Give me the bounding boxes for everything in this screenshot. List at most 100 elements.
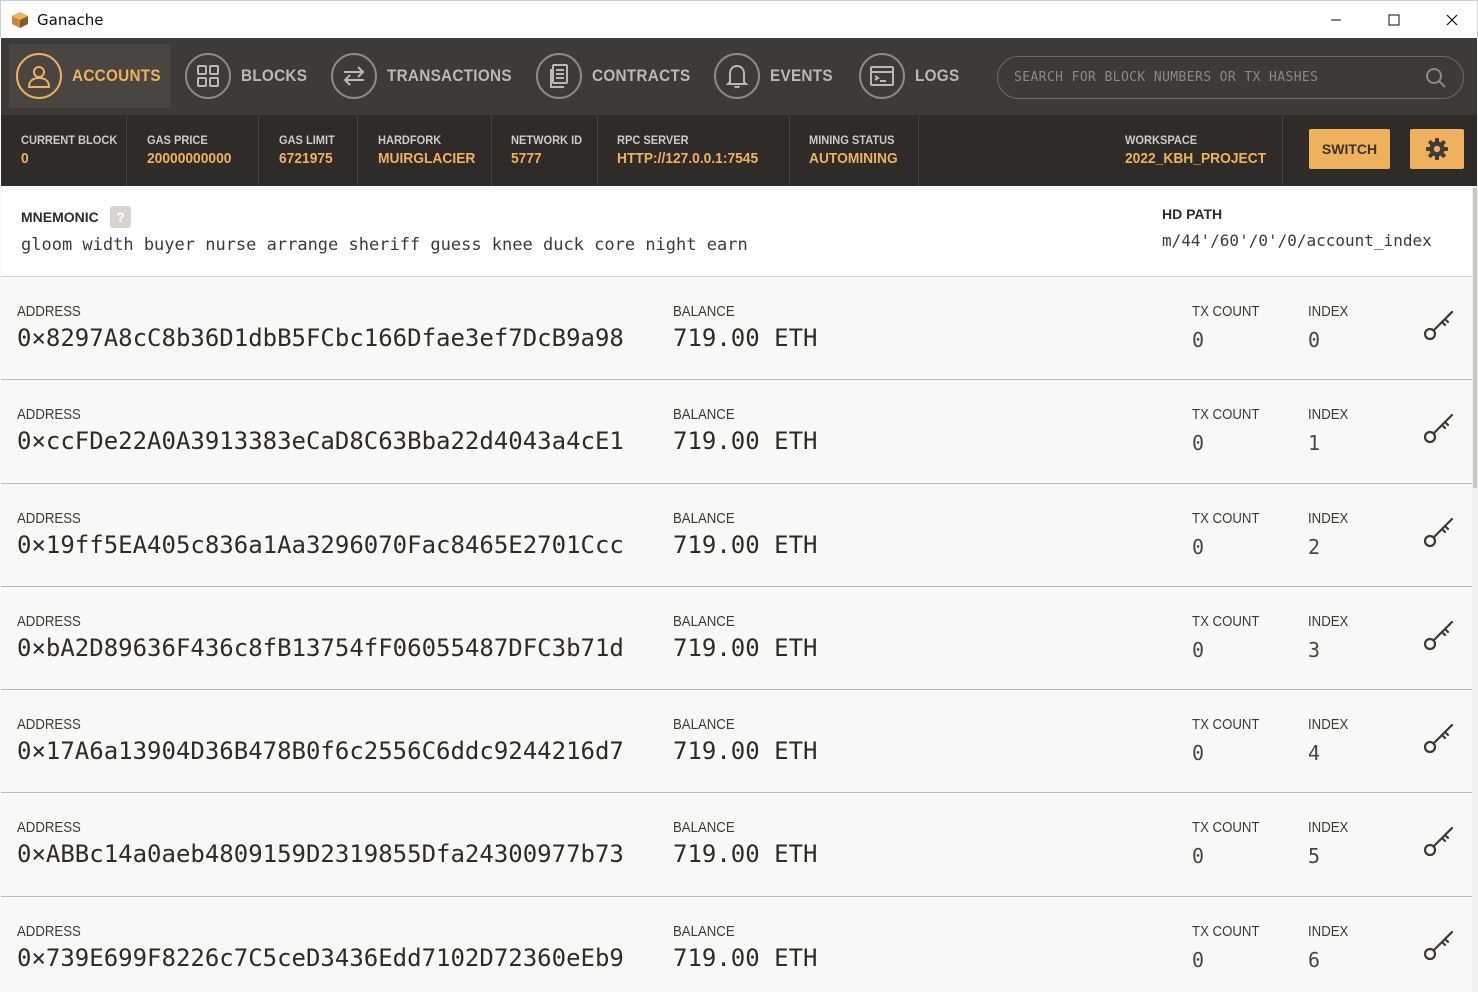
account-address: 0×ABBc14a0aeb4809159D2319855Dfa24300977b… bbox=[17, 840, 624, 869]
account-tx-count: 0 bbox=[1192, 844, 1205, 869]
account-balance: 719.00 ETH bbox=[673, 840, 818, 869]
tab-logs[interactable]: LOGS bbox=[859, 52, 964, 100]
accounts-list: ADDRESS 0×8297A8cC8b36D1dbB5FCbc166Dfae3e… bbox=[1, 277, 1477, 992]
key-icon bbox=[1423, 620, 1454, 650]
account-row[interactable]: ADDRESS 0×739E699F8226c7C5ceD3436Edd7102D… bbox=[1, 896, 1477, 992]
show-keys-button[interactable] bbox=[1421, 823, 1457, 859]
account-row[interactable]: ADDRESS 0×ccFDe22A0A3913383eCaD8C63Bba22d… bbox=[1, 380, 1477, 484]
tx-count-label: TX COUNT bbox=[1192, 406, 1260, 424]
account-address: 0×17A6a13904D36B478B0f6c2556C6ddc9244216… bbox=[17, 737, 624, 766]
balance-label: BALANCE bbox=[673, 303, 735, 320]
tx-count-label: TX COUNT bbox=[1192, 819, 1260, 837]
show-keys-button[interactable] bbox=[1421, 927, 1457, 963]
stat-network-id: NETWORK ID 5777 bbox=[492, 115, 598, 186]
account-index: 4 bbox=[1308, 741, 1321, 766]
balance-label: BALANCE bbox=[673, 612, 735, 630]
address-label: ADDRESS bbox=[17, 819, 81, 837]
show-keys-button[interactable] bbox=[1421, 307, 1457, 343]
account-row[interactable]: ADDRESS 0×ABBc14a0aeb4809159D2319855Dfa24… bbox=[1, 793, 1477, 897]
account-index: 0 bbox=[1308, 328, 1321, 352]
close-button[interactable] bbox=[1423, 1, 1478, 39]
mnemonic-panel: MNEMONIC ? gloom width buyer nurse arran… bbox=[1, 186, 1477, 277]
close-icon bbox=[1446, 14, 1458, 26]
balance-label: BALANCE bbox=[673, 406, 735, 424]
hd-path-label: HD PATH bbox=[1162, 206, 1223, 222]
status-bar: CURRENT BLOCK 0 GAS PRICE 20000000000 GA… bbox=[1, 115, 1477, 186]
key-icon bbox=[1423, 724, 1454, 754]
show-keys-button[interactable] bbox=[1421, 514, 1457, 550]
show-keys-button[interactable] bbox=[1421, 617, 1457, 653]
account-row[interactable]: ADDRESS 0×17A6a13904D36B478B0f6c2556C6ddc… bbox=[1, 690, 1477, 794]
title-bar: Ganache bbox=[0, 0, 1478, 38]
address-label: ADDRESS bbox=[17, 303, 81, 320]
stat-workspace: WORKSPACE 2022_KBH_PROJECT bbox=[1105, 115, 1283, 186]
index-label: INDEX bbox=[1308, 922, 1349, 940]
account-tx-count: 0 bbox=[1192, 534, 1205, 559]
tab-events-label: EVENTS bbox=[770, 66, 833, 85]
tx-count-label: TX COUNT bbox=[1192, 612, 1260, 630]
show-keys-button[interactable] bbox=[1421, 410, 1457, 446]
search-icon[interactable] bbox=[1425, 67, 1447, 89]
tx-count-label: TX COUNT bbox=[1192, 303, 1260, 320]
switch-workspace-button[interactable]: SWITCH bbox=[1309, 129, 1390, 169]
tx-count-label: TX COUNT bbox=[1192, 716, 1260, 734]
account-row[interactable]: ADDRESS 0×19ff5EA405c836a1Aa3296070Fac846… bbox=[1, 483, 1477, 587]
blocks-icon bbox=[185, 53, 231, 99]
account-balance: 719.00 ETH bbox=[673, 633, 818, 662]
tab-blocks-label: BLOCKS bbox=[241, 66, 308, 85]
account-index: 2 bbox=[1308, 534, 1321, 559]
tab-transactions[interactable]: TRANSACTIONS bbox=[331, 52, 526, 100]
transactions-icon bbox=[331, 53, 377, 99]
stat-gas-price: GAS PRICE 20000000000 bbox=[127, 115, 259, 186]
stat-current-block: CURRENT BLOCK 0 bbox=[1, 115, 127, 186]
account-address: 0×ccFDe22A0A3913383eCaD8C63Bba22d4043a4c… bbox=[17, 427, 624, 456]
address-label: ADDRESS bbox=[17, 612, 81, 630]
account-index: 1 bbox=[1308, 431, 1321, 456]
maximize-button[interactable] bbox=[1365, 1, 1423, 39]
balance-label: BALANCE bbox=[673, 509, 735, 527]
show-keys-button[interactable] bbox=[1421, 720, 1457, 756]
logs-icon bbox=[859, 53, 905, 99]
gear-icon bbox=[1426, 138, 1448, 160]
account-index: 5 bbox=[1308, 844, 1321, 869]
mnemonic-label: MNEMONIC bbox=[21, 209, 99, 225]
key-icon bbox=[1423, 414, 1454, 444]
balance-label: BALANCE bbox=[673, 922, 735, 940]
search-placeholder: SEARCH FOR BLOCK NUMBERS OR TX HASHES bbox=[1014, 70, 1319, 85]
tab-contracts[interactable]: CONTRACTS bbox=[536, 52, 701, 100]
account-index: 6 bbox=[1308, 947, 1321, 972]
search-input[interactable]: SEARCH FOR BLOCK NUMBERS OR TX HASHES bbox=[997, 56, 1464, 99]
account-address: 0×bA2D89636F436c8fB13754fF06055487DFC3b7… bbox=[17, 633, 624, 662]
account-address: 0×19ff5EA405c836a1Aa3296070Fac8465E2701C… bbox=[17, 530, 624, 559]
settings-button[interactable] bbox=[1410, 129, 1464, 169]
contracts-icon bbox=[536, 53, 582, 99]
key-icon bbox=[1423, 827, 1454, 857]
account-tx-count: 0 bbox=[1192, 741, 1205, 766]
help-icon[interactable]: ? bbox=[110, 206, 131, 228]
minimize-button[interactable] bbox=[1307, 1, 1365, 39]
bell-icon bbox=[714, 53, 760, 99]
account-balance: 719.00 ETH bbox=[673, 530, 818, 559]
tx-count-label: TX COUNT bbox=[1192, 509, 1260, 527]
account-row[interactable]: ADDRESS 0×bA2D89636F436c8fB13754fF0605548… bbox=[1, 586, 1477, 691]
account-address: 0×739E699F8226c7C5ceD3436Edd7102D72360eE… bbox=[17, 943, 624, 972]
tab-logs-label: LOGS bbox=[915, 66, 960, 85]
scrollbar-thumb[interactable] bbox=[1473, 188, 1477, 488]
index-label: INDEX bbox=[1308, 509, 1349, 527]
address-label: ADDRESS bbox=[17, 406, 81, 424]
account-tx-count: 0 bbox=[1192, 328, 1205, 352]
index-label: INDEX bbox=[1308, 612, 1349, 630]
account-address: 0×8297A8cC8b36D1dbB5FCbc166Dfae3ef7DcB9a… bbox=[17, 324, 624, 352]
tab-accounts[interactable]: ACCOUNTS bbox=[16, 52, 171, 100]
tab-contracts-label: CONTRACTS bbox=[592, 66, 691, 85]
tab-transactions-label: TRANSACTIONS bbox=[387, 66, 512, 85]
tab-blocks[interactable]: BLOCKS bbox=[185, 52, 315, 100]
user-icon bbox=[16, 53, 62, 99]
main-nav: ACCOUNTS BLOCKS TRANSACTIONS CONTRACTS E… bbox=[1, 38, 1477, 115]
address-label: ADDRESS bbox=[17, 716, 81, 734]
tab-events[interactable]: EVENTS bbox=[714, 52, 840, 100]
account-row[interactable]: ADDRESS 0×8297A8cC8b36D1dbB5FCbc166Dfae3e… bbox=[1, 277, 1477, 381]
account-tx-count: 0 bbox=[1192, 947, 1205, 972]
key-icon bbox=[1423, 517, 1454, 547]
stat-hardfork: HARDFORK MUIRGLACIER bbox=[358, 115, 492, 186]
